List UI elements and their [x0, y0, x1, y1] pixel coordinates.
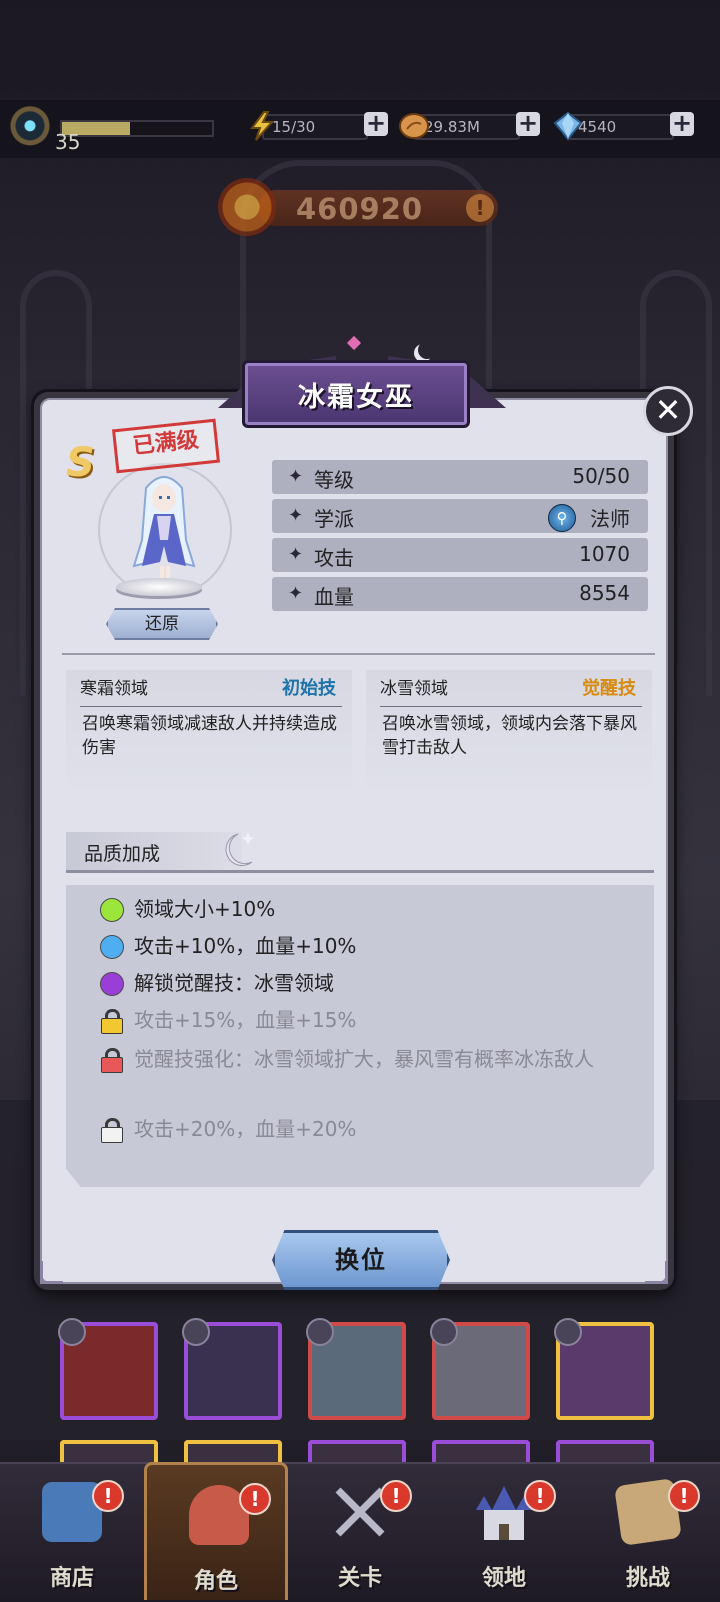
- roster-card[interactable]: [184, 1440, 282, 1464]
- close-button[interactable]: ✕: [643, 386, 693, 436]
- class-badge-icon: [430, 1318, 458, 1346]
- combat-power: 460920 !: [218, 178, 500, 236]
- stat-value: 法师: [590, 507, 630, 531]
- quality-title: 品质加成: [84, 843, 161, 865]
- nav-label: 挑战: [625, 1566, 670, 1591]
- grade-badge: S: [66, 440, 95, 486]
- panel-corner: [40, 1261, 63, 1284]
- stat-value: 8554: [579, 581, 630, 605]
- xp-bar: [60, 120, 214, 137]
- quality-text: 攻击+20%，血量+20%: [134, 1117, 357, 1141]
- hero-name-banner: 冰霜女巫: [242, 360, 470, 428]
- add-energy-button[interactable]: +: [364, 111, 388, 136]
- nav-label: 商店: [49, 1566, 94, 1591]
- section-divider: [62, 653, 655, 655]
- purple-dot-icon: [100, 972, 124, 996]
- quality-text: 觉醒技强化：冰雪领域扩大，暴风雪有概率冰冻敌人: [134, 1047, 594, 1071]
- class-badge-icon: [182, 1318, 210, 1346]
- skill-tag: 初始技: [282, 678, 336, 699]
- panel-corner: [645, 1261, 668, 1284]
- moon-star-icon: [225, 832, 255, 866]
- skill-divider: [380, 706, 642, 707]
- blue-dot-icon: [100, 935, 124, 959]
- skill-card-initial[interactable]: 寒霜领域 初始技 召唤寒霜领域减速敌人并持续造成伤害: [66, 670, 352, 794]
- red-lock-icon: [100, 1048, 123, 1073]
- alert-badge: !: [92, 1480, 124, 1512]
- nav-stage[interactable]: ! 关卡: [288, 1462, 432, 1600]
- stat-row-attack: ✦ 攻击 1070: [272, 538, 648, 572]
- fist-icon: [218, 178, 276, 236]
- quality-text: 攻击+15%，血量+15%: [134, 1008, 357, 1032]
- energy-resource: 15/30 +: [246, 110, 396, 141]
- diamond-icon: [553, 111, 583, 141]
- portrait-pedestal: [116, 578, 202, 596]
- class-badge-icon: [554, 1318, 582, 1346]
- green-dot-icon: [100, 898, 124, 922]
- skill-name: 冰雪领域: [380, 679, 448, 699]
- stat-value: 50/50: [572, 464, 630, 488]
- quality-text: 解锁觉醒技：冰雪领域: [134, 971, 334, 995]
- gold-lock-icon: [100, 1009, 123, 1034]
- ice-witch-portrait: [132, 476, 196, 578]
- skill-card-awaken[interactable]: 冰雪领域 觉醒技 召唤冰雪领域，领域内会落下暴风雪打击敌人: [366, 670, 652, 794]
- stat-label: 学派: [314, 507, 354, 531]
- nav-territory[interactable]: ! 领地: [432, 1462, 576, 1600]
- nav-label: 角色: [193, 1569, 238, 1594]
- quality-text: 攻击+10%，血量+10%: [134, 934, 357, 958]
- nav-label: 关卡: [337, 1566, 382, 1591]
- stat-row-school: ✦ 学派 ⚲ 法师: [272, 499, 648, 533]
- star-icon: ✦: [288, 583, 304, 604]
- stat-row-hp: ✦ 血量 8554: [272, 577, 648, 611]
- moon-icon: [418, 341, 436, 359]
- star-icon: ✦: [288, 466, 304, 487]
- player-level: 35: [55, 130, 81, 154]
- gem-resource: 4540 +: [552, 110, 702, 141]
- nav-shop[interactable]: ! 商店: [0, 1462, 144, 1600]
- lightning-icon: [250, 111, 275, 141]
- star-icon: ✦: [288, 544, 304, 565]
- stat-row-level: ✦ 等级 50/50: [272, 460, 648, 494]
- skill-description: 召唤冰雪领域，领域内会落下暴风雪打击敌人: [382, 714, 637, 758]
- gold-resource: 29.83M +: [398, 110, 548, 140]
- stat-label: 等级: [314, 468, 354, 492]
- nav-challenge[interactable]: ! 挑战: [576, 1462, 720, 1600]
- player-level-emblem[interactable]: [8, 106, 52, 150]
- roster-card[interactable]: [432, 1440, 530, 1464]
- alert-badge: !: [524, 1480, 556, 1512]
- restore-button[interactable]: 还原: [106, 608, 218, 640]
- add-gems-button[interactable]: +: [670, 111, 694, 136]
- roster-card[interactable]: [556, 1440, 654, 1464]
- alert-badge: !: [239, 1483, 271, 1515]
- class-badge-icon: [306, 1318, 334, 1346]
- swap-button[interactable]: 换位: [272, 1230, 450, 1290]
- alert-badge: !: [668, 1480, 700, 1512]
- nav-label: 领地: [481, 1566, 526, 1591]
- stat-label: 攻击: [314, 546, 354, 570]
- class-badge-icon: [58, 1318, 86, 1346]
- roster-card[interactable]: [308, 1440, 406, 1464]
- add-gold-button[interactable]: +: [516, 111, 540, 136]
- alert-badge: !: [380, 1480, 412, 1512]
- star-icon: ✦: [288, 505, 304, 526]
- skill-tag: 觉醒技: [582, 678, 636, 699]
- power-info-icon[interactable]: !: [466, 194, 494, 222]
- power-value: 460920: [296, 192, 424, 226]
- skill-name: 寒霜领域: [80, 679, 148, 699]
- skill-divider: [80, 706, 342, 707]
- coin-icon: [399, 113, 429, 139]
- roster-card[interactable]: [60, 1440, 158, 1464]
- white-lock-icon: [100, 1118, 123, 1143]
- skill-description: 召唤寒霜领域减速敌人并持续造成伤害: [82, 714, 337, 758]
- quality-underline: [66, 870, 654, 873]
- hero-name: 冰霜女巫: [298, 382, 414, 413]
- nav-character[interactable]: ! 角色: [144, 1462, 288, 1600]
- stat-value: 1070: [579, 542, 630, 566]
- ceiling: [0, 0, 720, 95]
- stat-label: 血量: [314, 585, 354, 609]
- mage-staff-icon: ⚲: [548, 504, 576, 532]
- quality-text: 领域大小+10%: [134, 897, 276, 921]
